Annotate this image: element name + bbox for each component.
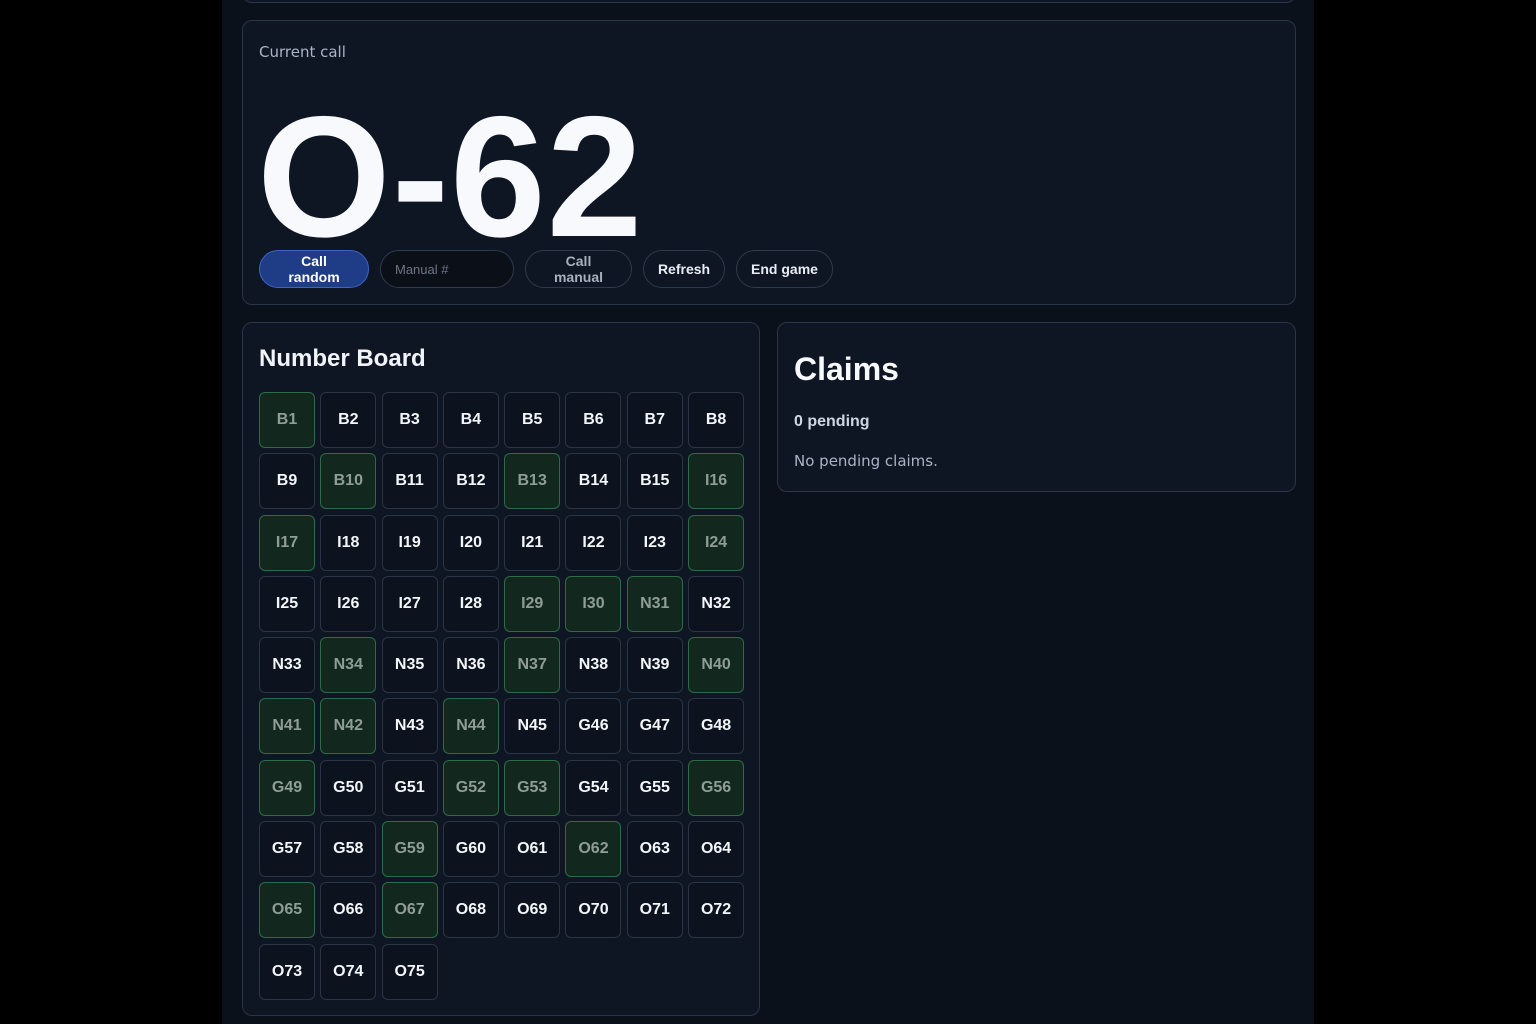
board-cell-n40[interactable]: N40 bbox=[688, 637, 745, 694]
board-cell-g46[interactable]: G46 bbox=[565, 698, 622, 755]
main-page: Current call O-62 Call random Call manua… bbox=[222, 0, 1314, 1024]
board-cell-g55[interactable]: G55 bbox=[626, 759, 683, 816]
previous-card-edge bbox=[242, 0, 1296, 3]
board-cell-g59[interactable]: G59 bbox=[381, 821, 438, 878]
number-board-grid: B1 B2 B3 B4 B5 B6 B7 B8 B9 B10 B11 B12 B13 B14 B15 I16 I… bbox=[259, 392, 745, 1000]
board-cell-g52[interactable]: G52 bbox=[442, 759, 499, 816]
board-cell-i24[interactable]: I24 bbox=[688, 514, 745, 571]
board-cell-n33[interactable]: N33 bbox=[259, 637, 315, 694]
board-cell-g53[interactable]: G53 bbox=[504, 759, 561, 816]
board-cell-o75[interactable]: O75 bbox=[381, 943, 438, 1000]
board-cell-b10[interactable]: B10 bbox=[320, 453, 377, 510]
board-cell-g49[interactable]: G49 bbox=[259, 759, 315, 816]
board-cell-o66[interactable]: O66 bbox=[320, 882, 377, 939]
pending-count: 0 pending bbox=[794, 413, 870, 430]
board-cell-o68[interactable]: O68 bbox=[442, 882, 499, 939]
board-cell-b7[interactable]: B7 bbox=[626, 392, 683, 448]
call-controls: Call random Call manual Refresh End game bbox=[259, 250, 833, 288]
board-cell-o62[interactable]: O62 bbox=[565, 821, 622, 878]
board-cell-g47[interactable]: G47 bbox=[626, 698, 683, 755]
board-cell-o64[interactable]: O64 bbox=[688, 821, 745, 878]
board-cell-b3[interactable]: B3 bbox=[381, 392, 438, 448]
no-claims-message: No pending claims. bbox=[794, 452, 938, 470]
board-cell-b14[interactable]: B14 bbox=[565, 453, 622, 510]
end-game-button[interactable]: End game bbox=[736, 250, 833, 288]
current-call-card: Current call O-62 Call random Call manua… bbox=[242, 20, 1296, 305]
manual-number-input[interactable] bbox=[380, 250, 514, 288]
board-cell-i29[interactable]: I29 bbox=[504, 575, 561, 632]
board-cell-n41[interactable]: N41 bbox=[259, 698, 315, 755]
current-call-number: O-62 bbox=[257, 81, 644, 273]
board-cell-g57[interactable]: G57 bbox=[259, 821, 315, 878]
number-board-title: Number Board bbox=[259, 345, 426, 372]
board-cell-g48[interactable]: G48 bbox=[688, 698, 745, 755]
board-cell-n38[interactable]: N38 bbox=[565, 637, 622, 694]
board-cell-b2[interactable]: B2 bbox=[320, 392, 377, 448]
board-cell-o71[interactable]: O71 bbox=[626, 882, 683, 939]
board-cell-n45[interactable]: N45 bbox=[504, 698, 561, 755]
board-cell-g54[interactable]: G54 bbox=[565, 759, 622, 816]
board-cell-i30[interactable]: I30 bbox=[565, 575, 622, 632]
board-cell-i17[interactable]: I17 bbox=[259, 514, 315, 571]
board-cell-n35[interactable]: N35 bbox=[381, 637, 438, 694]
board-cell-n42[interactable]: N42 bbox=[320, 698, 377, 755]
board-cell-g50[interactable]: G50 bbox=[320, 759, 377, 816]
board-cell-o67[interactable]: O67 bbox=[381, 882, 438, 939]
board-cell-b9[interactable]: B9 bbox=[259, 453, 315, 510]
board-cell-o61[interactable]: O61 bbox=[504, 821, 561, 878]
board-cell-n44[interactable]: N44 bbox=[442, 698, 499, 755]
board-cell-g58[interactable]: G58 bbox=[320, 821, 377, 878]
board-cell-n37[interactable]: N37 bbox=[504, 637, 561, 694]
claims-card: Claims 0 pending No pending claims. bbox=[777, 322, 1296, 492]
board-cell-o65[interactable]: O65 bbox=[259, 882, 315, 939]
board-cell-o72[interactable]: O72 bbox=[688, 882, 745, 939]
board-cell-o70[interactable]: O70 bbox=[565, 882, 622, 939]
claims-title: Claims bbox=[794, 351, 899, 387]
board-cell-n43[interactable]: N43 bbox=[381, 698, 438, 755]
board-cell-g51[interactable]: G51 bbox=[381, 759, 438, 816]
board-cell-n36[interactable]: N36 bbox=[442, 637, 499, 694]
board-cell-b12[interactable]: B12 bbox=[442, 453, 499, 510]
board-cell-i25[interactable]: I25 bbox=[259, 575, 315, 632]
board-cell-i19[interactable]: I19 bbox=[381, 514, 438, 571]
board-cell-i20[interactable]: I20 bbox=[442, 514, 499, 571]
board-cell-o63[interactable]: O63 bbox=[626, 821, 683, 878]
board-cell-b6[interactable]: B6 bbox=[565, 392, 622, 448]
board-cell-i21[interactable]: I21 bbox=[504, 514, 561, 571]
number-board-card: Number Board B1 B2 B3 B4 B5 B6 B7 B8 B9 B10 B11 B12… bbox=[242, 322, 760, 1016]
board-cell-o74[interactable]: O74 bbox=[320, 943, 377, 1000]
call-manual-button[interactable]: Call manual bbox=[525, 250, 632, 288]
board-cell-n31[interactable]: N31 bbox=[626, 575, 683, 632]
board-cell-n32[interactable]: N32 bbox=[688, 575, 745, 632]
call-random-button[interactable]: Call random bbox=[259, 250, 369, 288]
board-cell-n39[interactable]: N39 bbox=[626, 637, 683, 694]
board-cell-o69[interactable]: O69 bbox=[504, 882, 561, 939]
current-call-label: Current call bbox=[259, 43, 346, 61]
board-cell-b1[interactable]: B1 bbox=[259, 392, 315, 448]
board-cell-i26[interactable]: I26 bbox=[320, 575, 377, 632]
board-cell-n34[interactable]: N34 bbox=[320, 637, 377, 694]
board-cell-i18[interactable]: I18 bbox=[320, 514, 377, 571]
board-cell-i27[interactable]: I27 bbox=[381, 575, 438, 632]
board-cell-i28[interactable]: I28 bbox=[442, 575, 499, 632]
board-cell-b15[interactable]: B15 bbox=[626, 453, 683, 510]
board-cell-i22[interactable]: I22 bbox=[565, 514, 622, 571]
board-cell-b11[interactable]: B11 bbox=[381, 453, 438, 510]
board-cell-b13[interactable]: B13 bbox=[504, 453, 561, 510]
board-cell-o73[interactable]: O73 bbox=[259, 943, 315, 1000]
board-cell-i23[interactable]: I23 bbox=[626, 514, 683, 571]
refresh-button[interactable]: Refresh bbox=[643, 250, 725, 288]
board-cell-i16[interactable]: I16 bbox=[688, 453, 745, 510]
board-cell-g60[interactable]: G60 bbox=[442, 821, 499, 878]
board-cell-b4[interactable]: B4 bbox=[442, 392, 499, 448]
board-cell-g56[interactable]: G56 bbox=[688, 759, 745, 816]
board-cell-b8[interactable]: B8 bbox=[688, 392, 745, 448]
board-cell-b5[interactable]: B5 bbox=[504, 392, 561, 448]
